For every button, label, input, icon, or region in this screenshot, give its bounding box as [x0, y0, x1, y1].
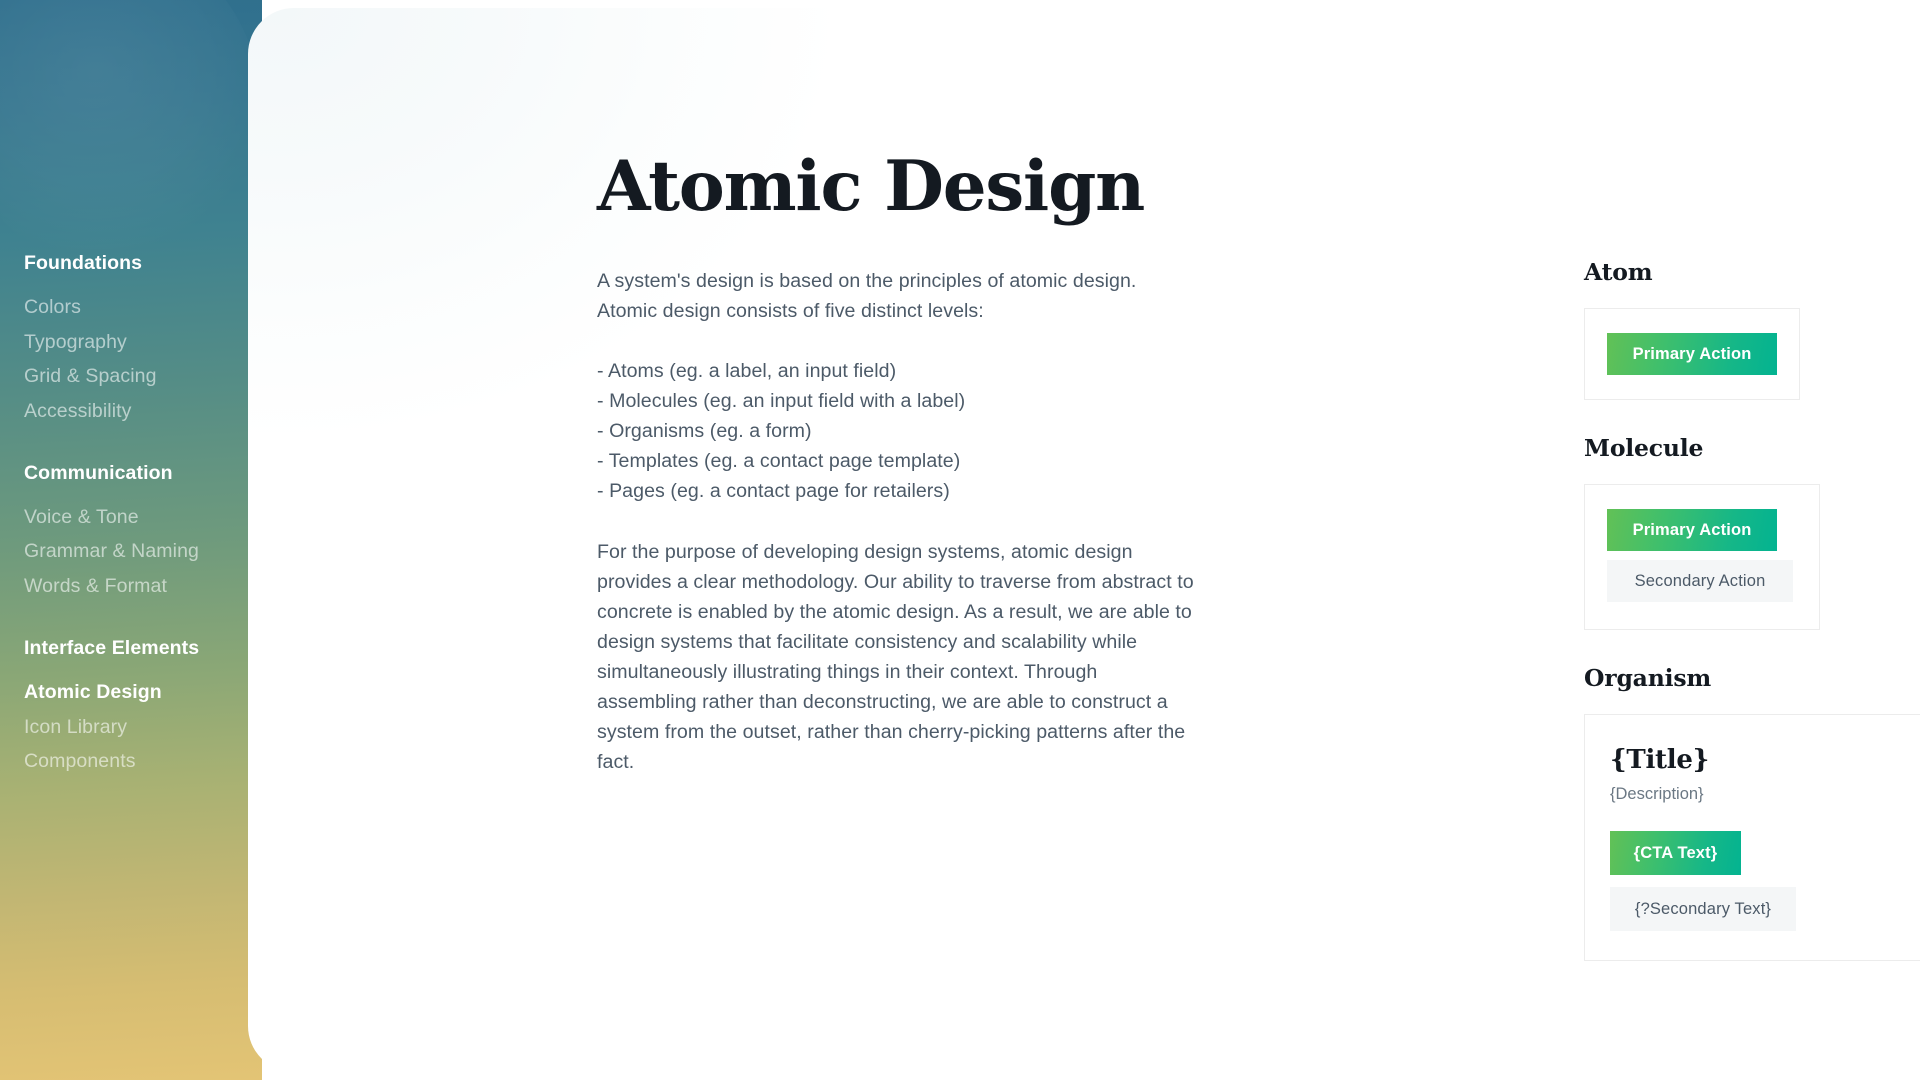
article: Atomic Design A system's design is based… [597, 150, 1197, 778]
organism-cta-button[interactable]: {CTA Text} [1610, 830, 1741, 875]
showcase-label-organism: Organism [1584, 663, 1712, 692]
atom-demo-card: Primary Action [1584, 307, 1800, 400]
showcase-section-molecule: Molecule Primary Action Secondary Action [1584, 433, 1920, 630]
sidebar-group-foundations: Foundations Colors Typography Grid & Spa… [24, 252, 254, 429]
sidebar-item-atomic-design[interactable]: Atomic Design [24, 676, 254, 711]
closing-paragraph: For the purpose of developing design sys… [597, 540, 1194, 773]
showcase-section-atom: Atom Primary Action [1584, 258, 1920, 400]
sidebar-item-grid-and-spacing[interactable]: Grid & Spacing [24, 360, 254, 395]
sidebar-item-typography[interactable]: Typography [24, 325, 254, 360]
sidebar-heading-communication: Communication [24, 461, 173, 484]
molecule-primary-action-button[interactable]: Primary Action [1607, 508, 1777, 551]
list-item: - Atoms (eg. a label, an input field) [597, 360, 897, 383]
intro-line-1: A system's design is based on the princi… [597, 270, 1137, 293]
sidebar-group-communication: Communication Voice & Tone Grammar & Nam… [24, 462, 254, 604]
sidebar-item-voice-and-tone[interactable]: Voice & Tone [24, 500, 254, 535]
list-item: - Molecules (eg. an input field with a l… [597, 390, 966, 413]
list-item: - Templates (eg. a contact page template… [597, 449, 961, 472]
sidebar-item-words-and-format[interactable]: Words & Format [24, 570, 254, 605]
sidebar-item-icon-library[interactable]: Icon Library [24, 710, 254, 745]
article-body: A system's design is based on the princi… [597, 267, 1197, 778]
list-item: - Organisms (eg. a form) [597, 420, 812, 442]
list-item: - Pages (eg. a contact page for retailer… [597, 479, 950, 502]
showcase-label-molecule: Molecule [1584, 433, 1704, 462]
atom-primary-action-button[interactable]: Primary Action [1607, 332, 1777, 375]
content-panel: Atomic Design A system's design is based… [248, 8, 1920, 1072]
organism-demo-card: {Title} {Description} {CTA Text} {?Secon… [1584, 713, 1920, 961]
molecule-demo-card: Primary Action Secondary Action [1584, 483, 1820, 630]
sidebar-heading-interface-elements: Interface Elements [24, 637, 200, 660]
levels-list: - Atoms (eg. a label, an input field) - … [597, 357, 1197, 507]
organism-secondary-cta-button[interactable]: {?Secondary Text} [1610, 886, 1796, 931]
sidebar-glow-decoration [0, 0, 260, 270]
organism-description-placeholder: {Description} [1610, 785, 1704, 804]
app-root: Foundations Colors Typography Grid & Spa… [0, 0, 1920, 1080]
organism-title-placeholder: {Title} [1610, 744, 1709, 775]
sidebar-item-components[interactable]: Components [24, 745, 254, 780]
intro-line-2: Atomic design consists of five distinct … [597, 300, 984, 323]
sidebar: Foundations Colors Typography Grid & Spa… [0, 0, 262, 1080]
molecule-secondary-action-button[interactable]: Secondary Action [1607, 559, 1793, 602]
showcase-label-atom: Atom [1584, 258, 1653, 286]
sidebar-item-accessibility[interactable]: Accessibility [24, 394, 254, 429]
sidebar-heading-foundations: Foundations [24, 252, 143, 274]
sidebar-group-interface-elements: Interface Elements Atomic Design Icon Li… [24, 637, 254, 779]
component-showcase: Atom Primary Action Molecule Primary Act… [1584, 258, 1920, 961]
sidebar-item-grammar-and-naming[interactable]: Grammar & Naming [24, 535, 254, 570]
showcase-section-organism: Organism {Title} {Description} {CTA Text… [1584, 663, 1920, 961]
sidebar-item-colors[interactable]: Colors [24, 290, 254, 325]
sidebar-nav: Foundations Colors Typography Grid & Spa… [24, 252, 254, 779]
page-title: Atomic Design [597, 146, 1145, 227]
